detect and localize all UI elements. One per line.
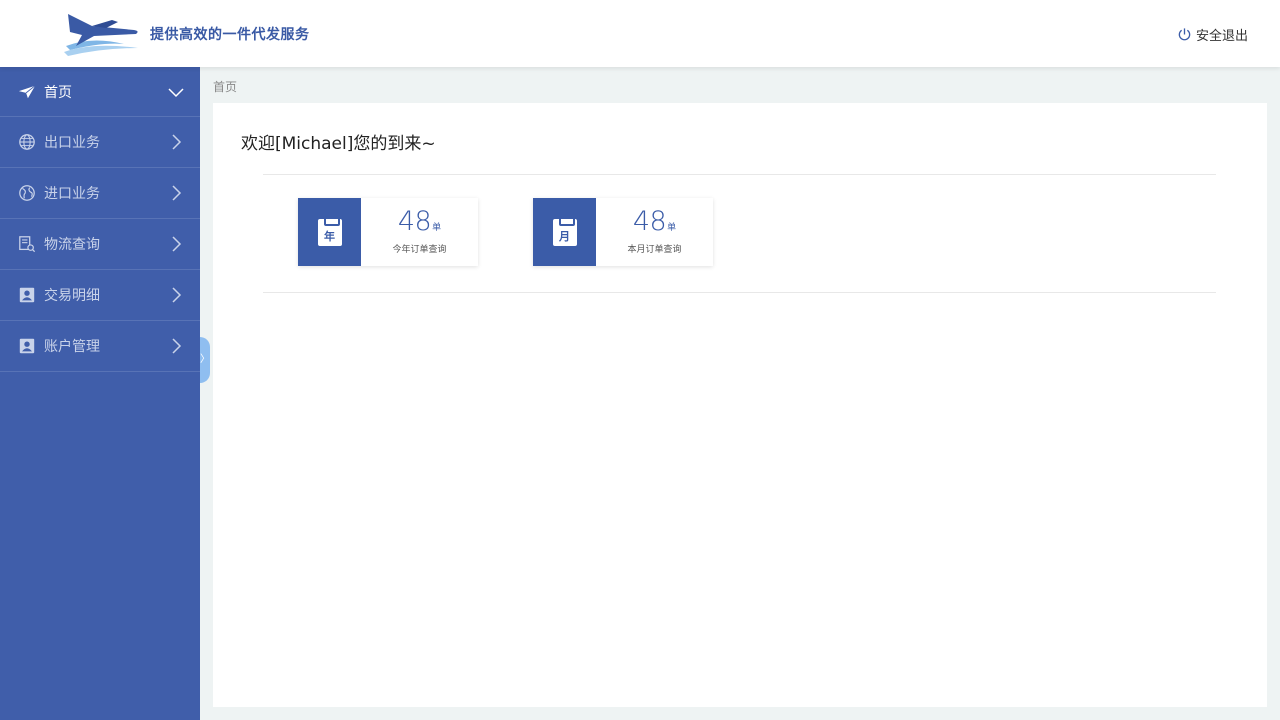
sidebar-item-export[interactable]: 出口业务 <box>0 117 200 168</box>
globe-icon <box>19 134 35 150</box>
sidebar-item-logistics[interactable]: 物流查询 <box>0 219 200 270</box>
sidebar-item-label: 进口业务 <box>44 186 100 202</box>
main-panel: 欢迎[Michael]您的到来~ 年 48单 今年订单查询 月 48单 本月订单… <box>213 103 1267 707</box>
clipboard-icon-label: 年 <box>324 229 335 243</box>
chevron-right-icon <box>172 338 182 354</box>
sidebar-item-label: 出口业务 <box>44 135 100 151</box>
stat-unit: 单 <box>432 223 442 233</box>
clipboard-icon-box: 年 <box>298 198 361 266</box>
sidebar-item-label: 交易明细 <box>44 288 100 304</box>
site-tagline: 提供高效的一件代发服务 <box>150 27 310 43</box>
stat-unit: 单 <box>667 223 677 233</box>
clipboard-icon: 月 <box>552 216 577 246</box>
stat-count: 48 <box>632 206 667 237</box>
sidebar-item-label: 物流查询 <box>44 237 100 253</box>
globe-icon <box>19 185 35 201</box>
stat-card-yearly-orders[interactable]: 年 48单 今年订单查询 <box>298 198 478 266</box>
clipboard-icon-label: 月 <box>559 229 570 243</box>
sidebar-item-account[interactable]: 账户管理 <box>0 321 200 372</box>
chevron-right-icon: 〉 <box>200 354 210 365</box>
sidebar-item-home[interactable]: 首页 <box>0 67 200 117</box>
chevron-down-icon <box>168 87 184 97</box>
paper-plane-icon <box>18 84 36 98</box>
stat-count: 48 <box>397 206 432 237</box>
chevron-right-icon <box>172 134 182 150</box>
stat-count-row: 48单 <box>596 206 713 237</box>
stat-caption: 今年订单查询 <box>392 245 447 255</box>
chevron-right-icon <box>172 236 182 252</box>
sidebar-item-import[interactable]: 进口业务 <box>0 168 200 219</box>
logout-button[interactable]: 安全退出 <box>1177 25 1248 44</box>
airplane-logo-icon <box>64 14 138 56</box>
stat-caption: 本月订单查询 <box>627 245 682 255</box>
sidebar-item-label: 账户管理 <box>44 339 100 355</box>
divider <box>263 174 1216 175</box>
stat-card-monthly-orders[interactable]: 月 48单 本月订单查询 <box>533 198 713 266</box>
sidebar-collapse-toggle[interactable]: 〉 <box>200 337 210 383</box>
chevron-right-icon <box>172 287 182 303</box>
welcome-message: 欢迎[Michael]您的到来~ <box>241 134 436 154</box>
sidebar-item-label: 首页 <box>44 84 72 101</box>
sidebar-nav: 首页 出口业务 进口业务 物流查询 交易明细 账户管理 <box>0 67 200 720</box>
contact-card-icon <box>19 287 35 303</box>
sidebar-item-transactions[interactable]: 交易明细 <box>0 270 200 321</box>
stat-count-row: 48单 <box>361 206 478 237</box>
logout-label: 安全退出 <box>1195 29 1248 44</box>
clipboard-icon-box: 月 <box>533 198 596 266</box>
breadcrumb: 首页 <box>213 80 238 94</box>
divider <box>263 292 1216 293</box>
clipboard-icon: 年 <box>317 216 342 246</box>
power-icon <box>1178 28 1191 41</box>
chevron-right-icon <box>172 185 182 201</box>
top-header: 提供高效的一件代发服务 安全退出 <box>0 0 1280 67</box>
contact-card-icon <box>19 338 35 354</box>
document-search-icon <box>19 236 36 253</box>
